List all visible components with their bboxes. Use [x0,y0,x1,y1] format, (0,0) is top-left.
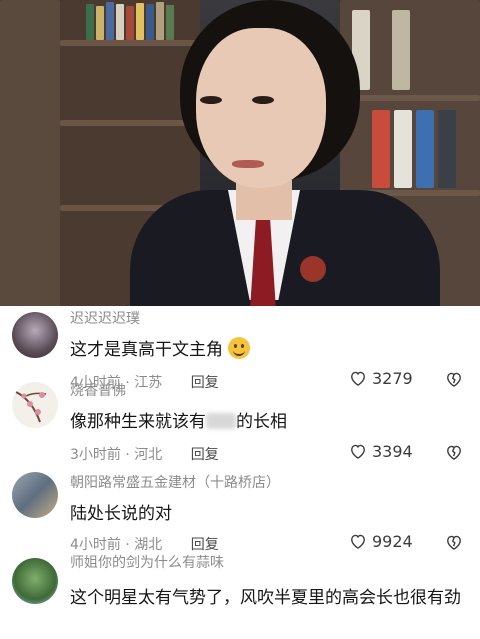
book [106,2,114,40]
eye [252,96,274,104]
book [146,4,154,40]
book [156,2,164,40]
dislike-button[interactable] [444,532,464,556]
shelf-board [340,95,480,101]
book [166,5,174,40]
comment-meta: 3小时前 · 河北 回复 [70,447,219,463]
book [126,6,134,40]
like-count: 9924 [372,532,413,551]
comment-location: 江苏 [134,375,163,391]
broken-heart-outline-icon [447,372,461,387]
video-frame[interactable] [0,0,480,312]
redacted-blur [206,413,236,429]
plum-blossom-icon [15,391,47,423]
comment-text-part2: 的长相 [236,412,287,432]
comment-text: 陆处长说的对 [70,504,172,524]
comment-username[interactable]: 师姐你的剑为什么有蒜味 [70,552,224,572]
reply-button[interactable]: 回复 [191,537,219,553]
book [86,4,94,40]
like-button[interactable]: 9924 [348,531,413,551]
like-count: 3394 [372,442,413,461]
broken-heart-outline-icon [447,445,461,460]
comment-meta: 4小时前 · 湖北 回复 [70,537,219,553]
comment-location: 湖北 [134,537,163,553]
shelf-board [60,120,200,126]
dislike-button[interactable] [444,369,464,393]
comment-list: 迟迟迟迟璞 这才是真高干文主角 4小时前 · 江苏 回复 3279 烧香普佛 像… [0,306,480,639]
smile-emoji-icon [228,337,251,359]
binder [438,110,456,188]
avatar[interactable] [12,382,58,428]
book [96,6,104,40]
comment-time: 3小时前 [70,447,121,463]
comment-username[interactable]: 迟迟迟迟璞 [70,308,140,328]
dislike-button[interactable] [444,442,464,466]
like-button[interactable]: 3279 [348,368,413,388]
shelf-board [60,40,200,46]
comment-text: 这个明星太有气势了，风吹半夏里的高会长也很有劲 [70,588,461,608]
comment-username[interactable]: 朝阳路常盛五金建材（十路桥店） [70,472,280,492]
avatar[interactable] [12,558,58,604]
avatar[interactable] [12,472,58,518]
comment-text-content: 这才是真高干文主角 [70,340,223,360]
comment-text: 像那种生来就该有 的长相 [70,408,462,436]
comment-time: 4小时前 [70,537,121,553]
binder [392,10,410,90]
lapel-badge [300,256,326,282]
reply-button[interactable]: 回复 [191,447,219,463]
like-count: 3279 [372,369,413,388]
bookshelf-left [0,0,60,312]
binder [372,110,390,188]
reply-button[interactable]: 回复 [191,375,219,391]
avatar[interactable] [12,312,58,358]
comment-location: 河北 [134,447,163,463]
binder [394,110,412,188]
like-button[interactable]: 3394 [348,441,413,461]
eye [200,96,222,104]
comment-text-part1: 像那种生来就该有 [70,412,206,432]
broken-heart-outline-icon [447,535,461,550]
mouth [232,160,264,168]
book [116,4,124,40]
book [136,3,144,40]
heart-outline-icon [351,444,365,459]
binder [416,110,434,188]
heart-outline-icon [351,534,365,549]
comment-username[interactable]: 烧香普佛 [70,380,126,400]
comment-text: 这才是真高干文主角 [70,336,462,364]
heart-outline-icon [351,371,365,386]
